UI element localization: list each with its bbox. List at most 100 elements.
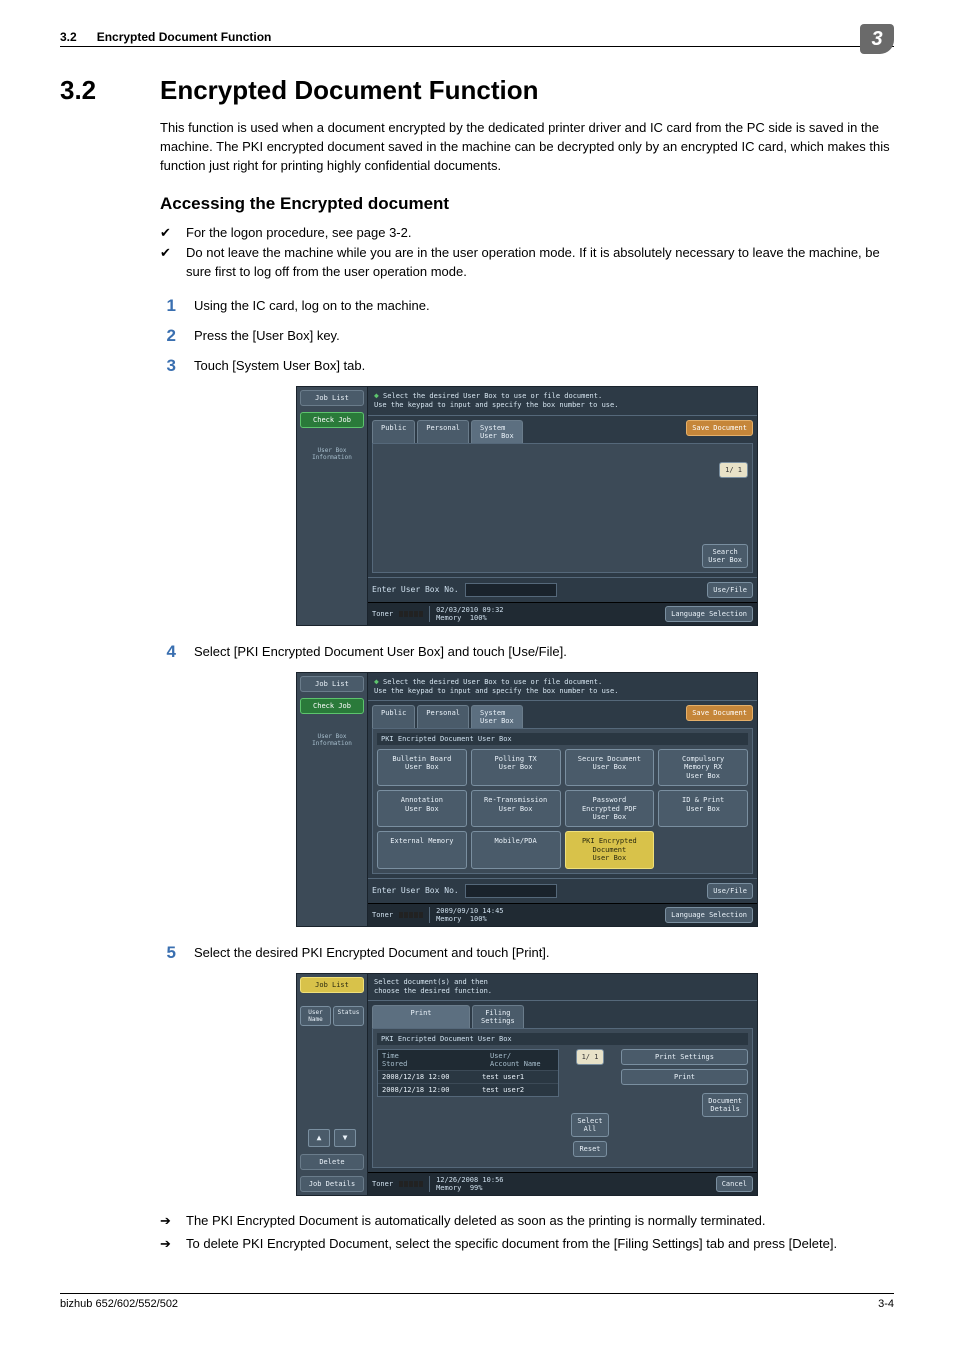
step-text: Select [PKI Encrypted Document User Box]… [194,642,567,659]
panel-header: ◆ Select the desired User Box to use or … [368,387,757,415]
polling-tx-box-button[interactable]: Polling TX User Box [471,749,561,786]
compulsory-memory-rx-box-button[interactable]: Compulsory Memory RX User Box [658,749,748,786]
move-down-icon[interactable]: ▼ [334,1129,356,1147]
select-all-button[interactable]: Select All [571,1113,608,1137]
header-line: Select the desired User Box to use or fi… [383,678,602,686]
toner-indicator-icon [399,1181,423,1187]
screenshot-system-user-boxes: Job List Check Job User Box Information … [296,672,758,927]
check-item: Do not leave the machine while you are i… [186,244,894,282]
check-job-tab[interactable]: Check Job [300,412,364,428]
screenshot-document-list: Job List User Name Status ▲ ▼ Delete Job… [296,973,758,1196]
personal-tab[interactable]: Personal [417,420,469,443]
user-box-info-label: User Box Information [300,445,364,463]
job-list-tab[interactable]: Job List [300,676,364,692]
subsection-title: Accessing the Encrypted document [160,194,894,214]
external-memory-button[interactable]: External Memory [377,831,467,868]
step: 5 Select the desired PKI Encrypted Docum… [160,943,894,963]
retransmission-box-button[interactable]: Re-Transmission User Box [471,790,561,827]
step: 4 Select [PKI Encrypted Document User Bo… [160,642,894,662]
intro-paragraph: This function is used when a document en… [160,119,894,176]
system-user-box-tab[interactable]: System User Box [471,705,523,728]
job-list-tab[interactable]: Job List [300,977,364,993]
toner-label: Toner [372,911,393,919]
check-item: For the logon procedure, see page 3-2. [186,224,411,243]
step-number: 3 [160,356,176,376]
page-indicator: 1/ 1 [719,462,748,478]
arrow-item: To delete PKI Encrypted Document, select… [186,1235,837,1254]
user-name-column[interactable]: User Name [300,1006,331,1026]
print-settings-button[interactable]: Print Settings [621,1049,748,1065]
public-tab[interactable]: Public [372,420,415,443]
pki-encrypted-box-button[interactable]: PKI Encrypted Document User Box [565,831,655,868]
document-details-button[interactable]: Document Details [702,1093,748,1117]
step-text: Using the IC card, log on to the machine… [194,296,430,313]
check-job-tab[interactable]: Check Job [300,698,364,714]
secure-document-box-button[interactable]: Secure Document User Box [565,749,655,786]
save-document-button[interactable]: Save Document [686,420,753,436]
box-number-input[interactable] [465,583,557,597]
cell-name: test user2 [482,1086,524,1094]
annotation-box-button[interactable]: Annotation User Box [377,790,467,827]
header-line: choose the desired function. [374,987,492,995]
step: 2 Press the [User Box] key. [160,326,894,346]
password-pdf-box-button[interactable]: Password Encrypted PDF User Box [565,790,655,827]
user-box-info-label: User Box Information [300,731,364,749]
result-notes: The PKI Encrypted Document is automatica… [160,1212,894,1254]
header-line: Select document(s) and then [374,978,488,986]
system-user-box-tab[interactable]: System User Box [471,420,523,443]
arrow-item: The PKI Encrypted Document is automatica… [186,1212,766,1231]
search-user-box-button[interactable]: Search User Box [702,544,748,568]
memory-label: Memory [436,614,461,622]
use-file-button[interactable]: Use/File [707,883,753,899]
toner-indicator-icon [399,912,423,918]
step-text: Press the [User Box] key. [194,326,340,343]
filing-settings-tab[interactable]: Filing Settings [472,1005,524,1028]
use-file-button[interactable]: Use/File [707,582,753,598]
print-tab[interactable]: Print [372,1005,470,1028]
footer-page: 3-4 [878,1298,894,1310]
bulletin-board-box-button[interactable]: Bulletin Board User Box [377,749,467,786]
panel-header: Select document(s) and then choose the d… [368,974,757,1001]
screenshot-user-box: Job List Check Job User Box Information … [296,386,758,625]
document-list-table: Time Stored User/ Account Name 2008/12/1… [377,1049,559,1097]
id-print-box-button[interactable]: ID & Print User Box [658,790,748,827]
move-up-icon[interactable]: ▲ [308,1129,330,1147]
memory-label: Memory [436,915,461,923]
language-selection-button[interactable]: Language Selection [665,907,753,923]
page-indicator: 1/ 1 [576,1049,605,1065]
reset-button[interactable]: Reset [573,1141,606,1157]
save-document-button[interactable]: Save Document [686,705,753,721]
cancel-button[interactable]: Cancel [716,1176,753,1192]
datetime-label: 2009/09/10 14:45 [436,907,503,915]
datetime-label: 12/26/2008 10:56 [436,1176,503,1184]
datetime-label: 02/03/2010 09:32 [436,606,503,614]
section-heading: 3.2 Encrypted Document Function [60,75,894,106]
header-line: Use the keypad to input and specify the … [374,687,618,695]
col-time-stored: Time Stored [378,1050,486,1070]
cell-name: test user1 [482,1073,524,1081]
toner-label: Toner [372,610,393,618]
table-row[interactable]: 2008/12/18 12:00 test user2 [378,1083,558,1096]
delete-button[interactable]: Delete [300,1154,364,1170]
mobile-pda-button[interactable]: Mobile/PDA [471,831,561,868]
panel-subtitle: PKI Encripted Document User Box [377,1033,748,1045]
header-line: Select the desired User Box to use or fi… [383,392,602,400]
memory-label: Memory [436,1184,461,1192]
enter-box-label: Enter User Box No. [372,585,459,594]
job-list-tab[interactable]: Job List [300,390,364,406]
enter-box-label: Enter User Box No. [372,886,459,895]
public-tab[interactable]: Public [372,705,415,728]
table-row[interactable]: 2008/12/18 12:00 test user1 [378,1070,558,1083]
language-selection-button[interactable]: Language Selection [665,606,753,622]
step: 3 Touch [System User Box] tab. [160,356,894,376]
chapter-badge: 3 [860,24,894,54]
status-column[interactable]: Status [333,1006,364,1026]
step-text: Select the desired PKI Encrypted Documen… [194,943,550,960]
box-number-input[interactable] [465,884,557,898]
print-button[interactable]: Print [621,1069,748,1085]
personal-tab[interactable]: Personal [417,705,469,728]
cell-time: 2008/12/18 12:00 [382,1086,482,1094]
job-details-button[interactable]: Job Details [300,1176,364,1192]
header-section-number: 3.2 [60,30,77,44]
page-footer: bizhub 652/602/552/502 3-4 [60,1293,894,1310]
